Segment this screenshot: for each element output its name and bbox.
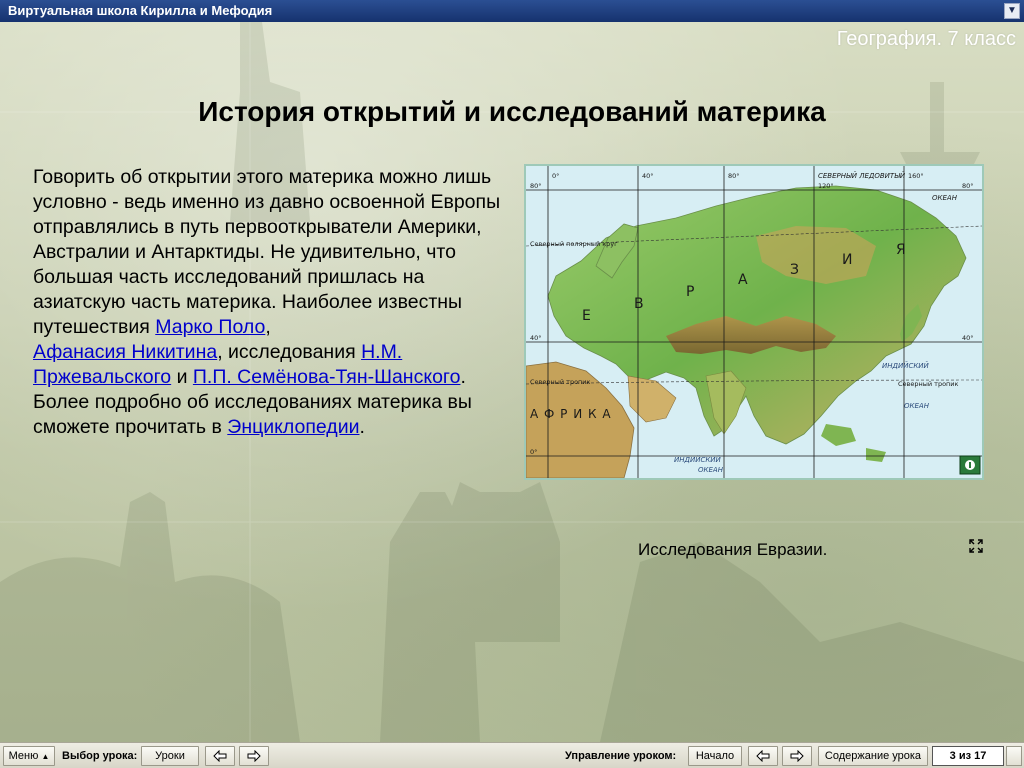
triangle-up-icon: ▲ [41,752,50,761]
lessons-button[interactable]: Уроки [141,746,199,766]
label-lon: 120° [818,182,834,190]
eurasia-map-image: СЕВЕРНЫЙ ЛЕДОВИТЫЙ ОКЕАН Северный полярн… [526,166,982,478]
arrow-right-icon [247,749,261,763]
text-separator: . [359,416,365,438]
start-button[interactable]: Начало [688,746,742,766]
map-info-button[interactable] [959,455,981,475]
label-tropic-right: Северный тропик [898,380,959,388]
label-polar-circle: Северный полярный круг [530,240,618,248]
arrow-right-icon [790,749,804,763]
link-marco-polo[interactable]: Марко Поло [155,316,265,338]
next-lesson-button[interactable] [239,746,269,766]
lesson-control-label: Управление уроком: [565,750,677,762]
label-lat: 40° [962,334,974,342]
page-title: История открытий и исследований материка [198,96,826,127]
text-separator: . [460,366,466,388]
prev-lesson-button[interactable] [205,746,235,766]
label-lon: 80° [728,172,740,180]
label-arctic-ocean-2: ОКЕАН [932,194,958,202]
label-arctic-ocean: СЕВЕРНЫЙ ЛЕДОВИТЫЙ [818,171,906,180]
text-separator: , [265,316,271,338]
label-indian-ocean-bottom: ИНДИЙСКИЙ [674,455,722,464]
lesson-stage: География. 7 класс История открытий и ис… [0,22,1024,742]
label-lat: 40° [530,334,542,342]
link-semenov[interactable]: П.П. Семёнова-Тян-Шанского [193,366,461,388]
window-titlebar: Виртуальная школа Кирилла и Мефодия ▼ [0,0,1024,22]
label-lon: 160° [908,172,924,180]
chevron-down-icon: ▼ [1007,5,1017,16]
link-encyclopedia[interactable]: Энциклопедии [227,416,359,438]
label-eurasia-letter: Е [582,308,591,324]
map-caption: Исследования Евразии. [638,540,828,559]
label-indian-ocean-bottom-2: ОКЕАН [698,466,724,474]
label-lat: 0° [530,448,537,456]
menu-button-label: Меню [8,750,39,762]
lesson-select-label: Выбор урока: [62,750,138,762]
prev-page-button[interactable] [748,746,778,766]
label-africa: А Ф Р И К А [530,407,612,421]
window-menu-button[interactable]: ▼ [1004,3,1020,19]
label-eurasia-letter: Р [686,284,694,300]
label-eurasia-letter: З [790,262,799,278]
window-title: Виртуальная школа Кирилла и Мефодия [8,3,273,18]
label-eurasia-letter: Я [896,242,906,258]
next-page-button[interactable] [782,746,812,766]
subject-label: География. 7 класс [836,28,1016,50]
arrow-left-icon [213,749,227,763]
expand-icon[interactable] [969,539,983,553]
label-indian-ocean-2: ОКЕАН [904,402,930,410]
text-separator: и [171,366,193,388]
eurasia-map[interactable]: СЕВЕРНЫЙ ЛЕДОВИТЫЙ ОКЕАН Северный полярн… [524,164,984,480]
label-indian-ocean: ИНДИЙСКИЙ [882,361,930,370]
toolbar-scroll[interactable] [1006,746,1022,766]
arrow-left-icon [756,749,770,763]
label-lat: 80° [962,182,974,190]
label-lat: 80° [530,182,542,190]
label-eurasia-letter: И [842,252,852,268]
menu-button[interactable]: Меню ▲ [3,746,55,766]
paragraph-1: Говорить об открытии этого материка можн… [33,166,501,338]
lesson-text: Говорить об открытии этого материка можн… [33,165,508,440]
label-eurasia-letter: В [634,296,644,312]
text-separator: , исследования [217,341,362,363]
label-lon: 0° [552,172,559,180]
page-counter: 3 из 17 [932,746,1004,766]
label-lon: 40° [642,172,654,180]
link-nikitin[interactable]: Афанасия Никитина [33,341,217,363]
lesson-contents-button[interactable]: Содержание урока [818,746,928,766]
bottom-toolbar: Меню ▲ Выбор урока: Уроки Управление уро… [0,742,1024,768]
label-eurasia-letter: А [738,272,748,288]
label-tropic-left: Северный тропик [530,378,591,386]
